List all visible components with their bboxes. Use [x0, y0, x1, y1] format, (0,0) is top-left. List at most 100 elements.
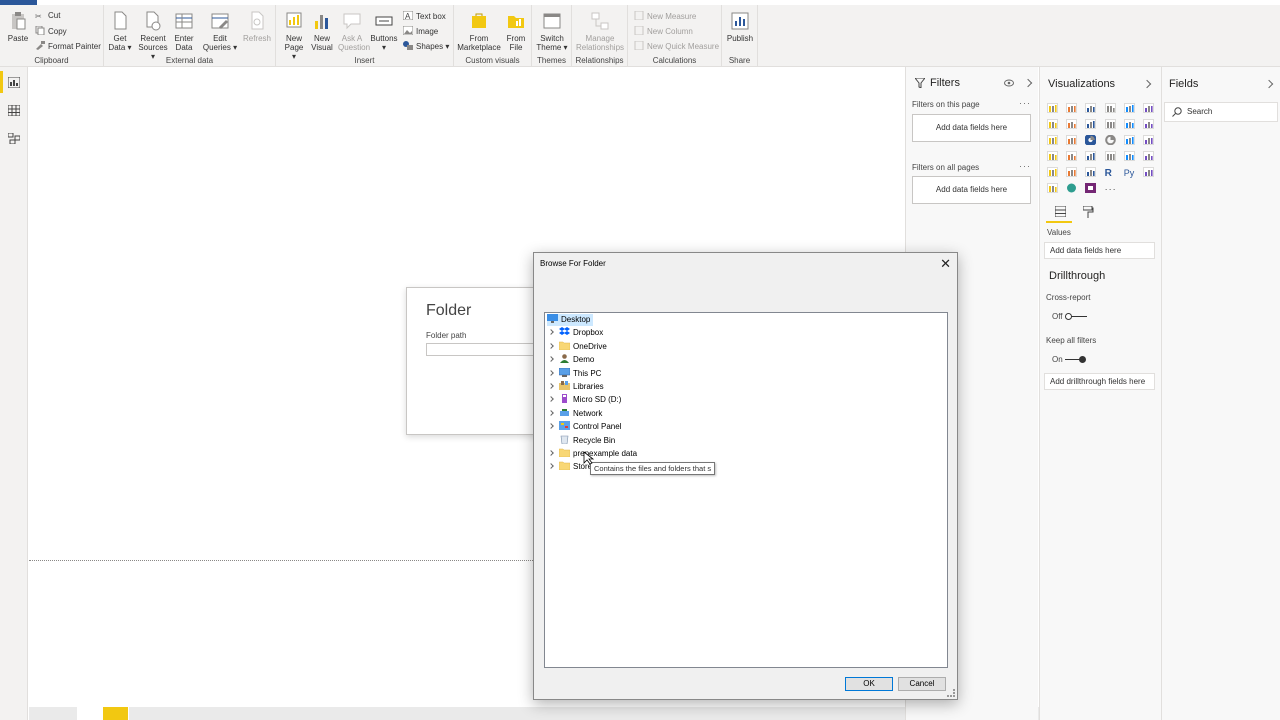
- more-options-icon[interactable]: ···: [1019, 161, 1031, 171]
- stacked-bar-icon[interactable]: [1047, 103, 1058, 113]
- resize-grip[interactable]: [947, 689, 955, 697]
- ribbon-chart-icon[interactable]: [1143, 119, 1154, 129]
- scatter-icon[interactable]: [1066, 135, 1077, 145]
- 100-stacked-bar-icon[interactable]: [1123, 103, 1135, 113]
- area-chart-icon[interactable]: [1066, 119, 1077, 129]
- fields-well-tab[interactable]: [1046, 204, 1072, 223]
- stacked-column-icon[interactable]: [1066, 103, 1077, 113]
- collapse-visualizations-icon[interactable]: [1142, 79, 1152, 89]
- tree-item[interactable]: This PC: [548, 367, 601, 380]
- format-paint-roller-icon[interactable]: [1083, 206, 1094, 218]
- expand-chevron-icon[interactable]: [548, 369, 554, 376]
- new-page-button[interactable]: New Page ▾: [282, 11, 306, 61]
- card-icon[interactable]: [1104, 151, 1116, 161]
- tree-item[interactable]: Libraries: [548, 381, 604, 393]
- tree-item[interactable]: Desktop: [547, 314, 594, 326]
- values-drop-zone[interactable]: Add data fields here: [1044, 242, 1155, 259]
- switch-theme-button[interactable]: Switch Theme ▾: [534, 11, 570, 52]
- collapse-filters-icon[interactable]: [1023, 78, 1033, 88]
- 100-stacked-column-icon[interactable]: [1143, 103, 1154, 113]
- map-icon[interactable]: [1143, 135, 1154, 145]
- tree-item[interactable]: Dropbox: [548, 327, 603, 339]
- gauge-icon[interactable]: [1085, 151, 1097, 161]
- table-visual-icon[interactable]: [1066, 167, 1077, 177]
- text-box-button[interactable]: A Text box: [403, 11, 446, 21]
- cancel-button[interactable]: Cancel: [898, 677, 946, 691]
- manage-relationships-button[interactable]: Manage Relationships: [574, 11, 626, 52]
- arcgis-icon[interactable]: [1066, 183, 1077, 193]
- tree-item[interactable]: Recycle Bin: [549, 435, 615, 447]
- ask-question-button[interactable]: Ask A Question: [338, 11, 370, 52]
- expand-chevron-icon[interactable]: [548, 329, 554, 336]
- python-icon[interactable]: Py: [1124, 167, 1135, 178]
- enter-data-button[interactable]: Enter Data: [172, 11, 196, 52]
- from-marketplace-button[interactable]: From Marketplace: [456, 11, 502, 52]
- kpi-icon[interactable]: [1143, 151, 1154, 161]
- expand-chevron-icon[interactable]: [548, 463, 554, 470]
- decomposition-icon[interactable]: [1047, 183, 1058, 193]
- keep-all-filters-toggle[interactable]: [1065, 355, 1087, 364]
- tree-item[interactable]: OneDrive: [548, 341, 607, 353]
- shapes-button[interactable]: Shapes ▾: [403, 41, 449, 51]
- cut-button[interactable]: ✂ Cut: [35, 11, 60, 21]
- publish-button[interactable]: Publish: [724, 11, 756, 43]
- page-filters-drop-zone[interactable]: Add data fields here: [912, 114, 1031, 142]
- add-page-button[interactable]: [103, 707, 128, 720]
- recent-sources-button[interactable]: Recent Sources ▾: [136, 11, 170, 61]
- data-view-icon[interactable]: [8, 105, 20, 116]
- r-script-icon[interactable]: R: [1105, 167, 1116, 179]
- collapse-fields-icon[interactable]: [1264, 79, 1274, 89]
- close-icon[interactable]: ✕: [940, 256, 951, 272]
- expand-chevron-icon[interactable]: [548, 383, 554, 389]
- tree-item[interactable]: Control Panel: [548, 421, 621, 433]
- edit-queries-button[interactable]: Edit Queries ▾: [202, 11, 238, 52]
- refresh-button[interactable]: Refresh: [242, 11, 272, 43]
- tree-item[interactable]: Micro SD (D:): [548, 394, 621, 406]
- paste-button[interactable]: Paste: [6, 11, 30, 43]
- format-painter-button[interactable]: Format Painter: [35, 41, 101, 51]
- power-apps-icon[interactable]: [1085, 183, 1097, 193]
- model-view-icon[interactable]: [8, 133, 20, 144]
- filled-map-icon[interactable]: [1047, 151, 1058, 161]
- new-quick-measure-button[interactable]: New Quick Measure: [634, 41, 719, 51]
- donut-chart-icon[interactable]: [1104, 134, 1116, 146]
- eye-icon[interactable]: [1004, 79, 1014, 87]
- expand-chevron-icon[interactable]: [548, 342, 554, 349]
- key-influencers-icon[interactable]: [1143, 167, 1154, 177]
- folder-tree[interactable]: Desktop Dropbox OneDrive Demo This PC Librari…: [544, 312, 948, 668]
- clustered-bar-icon[interactable]: [1085, 103, 1097, 113]
- expand-chevron-icon[interactable]: [548, 450, 554, 456]
- from-file-button[interactable]: From File: [504, 11, 528, 52]
- clustered-column-icon[interactable]: [1104, 103, 1116, 113]
- treemap-icon[interactable]: [1123, 135, 1135, 145]
- slicer-icon[interactable]: [1047, 167, 1058, 177]
- buttons-button[interactable]: Buttons ▾: [370, 11, 398, 52]
- tree-item[interactable]: Network: [548, 408, 602, 420]
- pie-chart-icon[interactable]: [1084, 133, 1098, 147]
- multi-row-card-icon[interactable]: [1123, 151, 1135, 161]
- ok-button[interactable]: OK: [845, 677, 893, 691]
- line-stacked-column-icon[interactable]: [1123, 119, 1135, 129]
- report-view-icon[interactable]: [8, 77, 20, 88]
- cross-report-toggle[interactable]: [1065, 312, 1087, 321]
- tree-item[interactable]: Demo: [548, 354, 594, 366]
- new-visual-button[interactable]: New Visual: [310, 11, 334, 52]
- copy-button[interactable]: Copy: [35, 26, 67, 36]
- new-measure-button[interactable]: New Measure: [634, 11, 696, 21]
- matrix-icon[interactable]: [1085, 167, 1097, 177]
- funnel-icon[interactable]: [1066, 151, 1077, 161]
- line-chart-icon[interactable]: [1047, 119, 1058, 129]
- expand-chevron-icon[interactable]: [548, 423, 554, 430]
- image-button[interactable]: Image: [403, 26, 438, 36]
- drillthrough-drop-zone[interactable]: Add drillthrough fields here: [1044, 373, 1155, 390]
- expand-chevron-icon[interactable]: [548, 356, 554, 363]
- more-options-icon[interactable]: ···: [1019, 98, 1031, 108]
- all-pages-filters-drop-zone[interactable]: Add data fields here: [912, 176, 1031, 204]
- expand-chevron-icon[interactable]: [548, 396, 554, 403]
- stacked-area-icon[interactable]: [1085, 119, 1097, 129]
- expand-chevron-icon[interactable]: [548, 409, 554, 416]
- more-visuals-icon[interactable]: ···: [1105, 183, 1116, 194]
- line-column-icon[interactable]: [1104, 119, 1116, 129]
- new-column-button[interactable]: New Column: [634, 26, 693, 36]
- waterfall-icon[interactable]: [1047, 135, 1058, 145]
